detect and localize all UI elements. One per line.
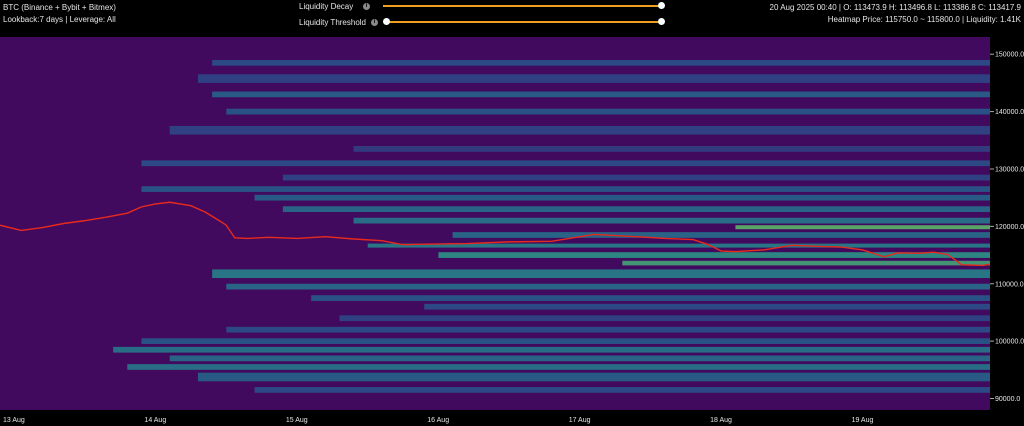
x-tick-label: 13 Aug — [3, 417, 25, 424]
y-tick-label: 110000.0 — [995, 281, 1024, 288]
x-tick-label: 15 Aug — [286, 417, 308, 424]
heatmap-band — [339, 315, 990, 322]
y-tick-label: 90000.0 — [995, 396, 1020, 403]
heatmap-band — [212, 269, 991, 279]
x-tick-label: 18 Aug — [710, 417, 732, 424]
heatmap-band — [282, 206, 990, 213]
heatmap-band — [212, 91, 991, 98]
chart-title-block: BTC (Binance + Bybit + Bitmex) Lookback:… — [3, 2, 116, 26]
heatmap-band — [226, 283, 991, 290]
heatmap-band — [198, 74, 990, 83]
y-tick-label: 120000.0 — [995, 224, 1024, 231]
info-readout: 20 Aug 2025 00:40 | O: 113473.9 H: 11349… — [770, 2, 1021, 26]
heatmap-band — [141, 186, 990, 192]
liquidity-decay-label: Liquidity Decay — [299, 1, 354, 11]
liquidity-threshold-label: Liquidity Threshold — [299, 17, 367, 27]
x-axis: 13 Aug 14 Aug 15 Aug 16 Aug 17 Aug 18 Aug 19 A… — [3, 417, 873, 424]
heatmap-band — [141, 160, 990, 167]
y-tick-label: 130000.0 — [995, 166, 1024, 173]
liquidity-threshold-control: Liquidity Threshold i — [299, 16, 378, 28]
x-tick-label: 14 Aug — [144, 417, 166, 424]
liquidity-threshold-max-handle[interactable] — [658, 18, 665, 25]
chart-title: BTC (Binance + Bybit + Bitmex) — [3, 3, 116, 12]
heatmap-band — [212, 59, 991, 66]
heatmap-band — [282, 174, 990, 181]
liquidity-threshold-min-handle[interactable] — [383, 18, 390, 25]
ohlc-readout: 20 Aug 2025 00:40 | O: 113473.9 H: 11349… — [769, 3, 1021, 12]
liquidity-decay-control: Liquidity Decay i — [299, 0, 370, 12]
heatmap-band — [169, 125, 990, 135]
heatmap-band — [254, 194, 991, 201]
y-tick-label: 100000.0 — [995, 339, 1024, 346]
heatmap-band — [254, 387, 991, 393]
heatmap-band — [353, 146, 991, 152]
chart-subtitle: Lookback:7 days | Leverage: All — [3, 15, 116, 24]
heatmap-band — [169, 355, 990, 362]
liquidity-threshold-slider[interactable] — [385, 21, 661, 23]
heatmap-band — [622, 260, 990, 266]
heatmap-band — [452, 232, 991, 238]
heatmap-band — [226, 108, 991, 115]
liquidation-heatmap-chart: 150000.0 140000.0 130000.0 120000.0 110000.0… — [0, 37, 1024, 424]
heatmap-readout: Heatmap Price: 115750.0 ~ 115800.0 | Liq… — [827, 15, 1021, 24]
heatmap-band — [226, 326, 991, 333]
heatmap-band — [113, 346, 990, 353]
heatmap-band — [353, 217, 991, 224]
heatmap-band — [127, 364, 991, 370]
heatmap-band — [198, 372, 990, 382]
heatmap-band — [141, 338, 990, 345]
info-icon[interactable]: i — [363, 2, 370, 10]
heatmap-band — [311, 295, 991, 301]
heatmap-band — [735, 225, 990, 230]
x-tick-label: 19 Aug — [852, 417, 874, 424]
liquidity-decay-slider[interactable] — [383, 5, 661, 7]
x-tick-label: 17 Aug — [569, 417, 591, 424]
heatmap-band — [424, 303, 990, 310]
y-tick-label: 140000.0 — [995, 109, 1024, 116]
y-axis: 150000.0 140000.0 130000.0 120000.0 110000.0… — [990, 52, 1024, 403]
info-icon[interactable]: i — [371, 18, 378, 26]
liquidity-decay-handle[interactable] — [658, 2, 665, 9]
y-tick-label: 150000.0 — [995, 52, 1024, 59]
x-tick-label: 16 Aug — [427, 417, 449, 424]
